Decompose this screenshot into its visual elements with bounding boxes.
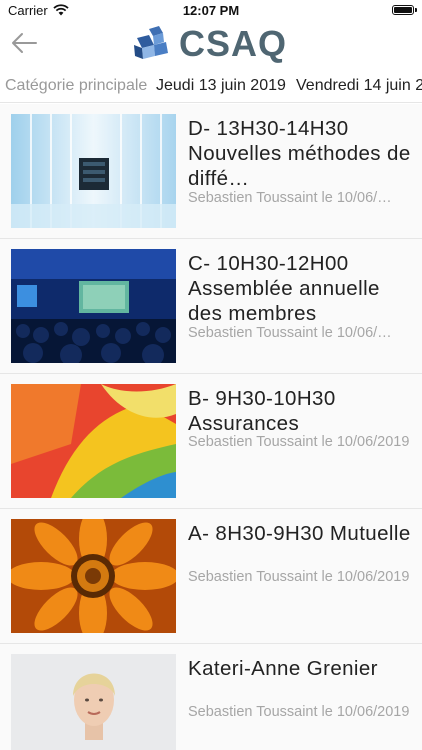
article-title: D- 13H30-14H30 Nouvelles méthodes de dif… <box>188 117 411 190</box>
logo-text: CSAQ <box>179 23 288 64</box>
list-item[interactable]: D- 13H30-14H30 Nouvelles méthodes de dif… <box>0 104 422 239</box>
category-tab-bar: Catégorie principale Jeudi 13 juin 2019 … <box>0 70 422 103</box>
server-room-image <box>11 114 176 228</box>
article-title: C- 10H30-12H00 Assemblée annuelle des me… <box>188 252 380 325</box>
portrait-photo <box>11 654 176 750</box>
tab-thursday-june-13[interactable]: Jeudi 13 juin 2019 <box>156 77 286 95</box>
back-arrow-icon[interactable] <box>10 30 38 56</box>
article-title: B- 9H30-10H30 Assurances <box>188 387 336 435</box>
clock: 12:07 PM <box>182 3 240 18</box>
article-meta: Sebastien Toussaint le 10/06/… <box>188 325 392 341</box>
conference-audience-image <box>11 249 176 363</box>
logo-cubes-icon <box>134 26 168 59</box>
article-title: Kateri-Anne Grenier <box>188 657 378 680</box>
navigation-bar: CSAQ <box>0 22 422 66</box>
list-item[interactable]: B- 9H30-10H30 Assurances Sebastien Touss… <box>0 374 422 509</box>
article-meta: Sebastien Toussaint le 10/06/2019 <box>188 704 410 720</box>
article-meta: Sebastien Toussaint le 10/06/2019 <box>188 434 410 450</box>
tab-friday-june-14[interactable]: Vendredi 14 juin 2 <box>296 77 422 95</box>
tab-main-category[interactable]: Catégorie principale <box>5 77 147 95</box>
colorful-swirl-image <box>11 384 176 498</box>
csaq-logo: CSAQ <box>133 23 288 64</box>
article-list: D- 13H30-14H30 Nouvelles méthodes de dif… <box>0 104 422 750</box>
list-item[interactable]: Kateri-Anne Grenier Sebastien Toussaint … <box>0 644 422 750</box>
article-title: A- 8H30-9H30 Mutuelle <box>188 522 411 545</box>
battery-icon <box>392 5 417 15</box>
list-item[interactable]: C- 10H30-12H00 Assemblée annuelle des me… <box>0 239 422 374</box>
article-meta: Sebastien Toussaint le 10/06/2019 <box>188 569 410 585</box>
list-item[interactable]: A- 8H30-9H30 Mutuelle Sebastien Toussain… <box>0 509 422 644</box>
status-bar: Carrier 12:07 PM <box>0 0 422 22</box>
article-meta: Sebastien Toussaint le 10/06/… <box>188 190 392 206</box>
orange-flower-image <box>11 519 176 633</box>
